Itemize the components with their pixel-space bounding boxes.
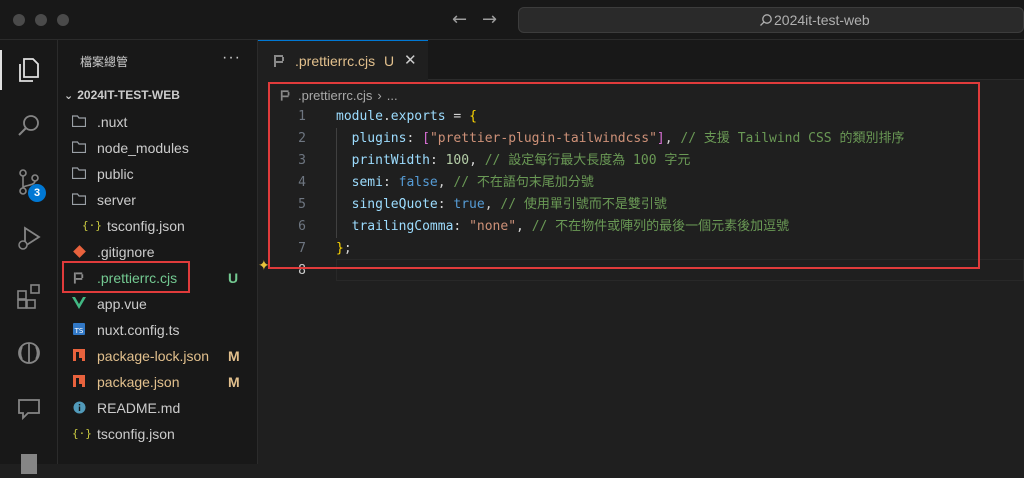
tab-label: .prettierrc.cjs <box>295 53 376 69</box>
tree-item-label: README.md <box>97 400 181 416</box>
tab-status: U <box>384 53 395 69</box>
tab-prettierrc[interactable]: .prettierrc.cjs U ✕ <box>258 40 428 80</box>
forward-arrow-icon[interactable]: → <box>482 10 497 30</box>
explorer-icon[interactable] <box>15 56 43 84</box>
tree-item[interactable]: app.vue <box>58 291 257 317</box>
tree-item[interactable]: {·} tsconfig.json <box>58 213 257 239</box>
tree-item-label: .nuxt <box>97 114 128 130</box>
npm-icon <box>72 349 86 363</box>
git-status-badge: M <box>228 348 240 364</box>
tree-item-label: app.vue <box>97 296 147 312</box>
activity-bar: 3 <box>0 40 58 474</box>
tree-item[interactable]: README.md <box>58 395 257 421</box>
tree-item-label: nuxt.config.ts <box>97 322 180 338</box>
git-status-badge: M <box>228 374 240 390</box>
search-icon[interactable] <box>15 112 43 140</box>
tree-item[interactable]: .nuxt <box>58 109 257 135</box>
npm-icon <box>72 375 86 389</box>
tree-item-label: .gitignore <box>97 244 155 260</box>
extensions-icon[interactable] <box>15 282 43 310</box>
source-control-badge: 3 <box>28 184 46 202</box>
tab-bar: .prettierrc.cjs U ✕ <box>258 40 1024 80</box>
tree-item[interactable]: package-lock.json M <box>58 343 257 369</box>
tree-item-label: tsconfig.json <box>97 426 175 442</box>
ts-icon: TS <box>72 323 86 337</box>
active-indicator <box>0 50 2 90</box>
folder-icon <box>71 115 87 129</box>
run-debug-icon[interactable] <box>15 224 43 252</box>
tree-item[interactable]: server <box>58 187 257 213</box>
git-icon <box>72 245 86 259</box>
folder-open-icon <box>71 193 87 207</box>
json-icon: {·} <box>72 427 92 440</box>
tree-item[interactable]: public <box>58 161 257 187</box>
chevron-down-icon: ⌄ <box>64 89 74 102</box>
tree-item[interactable]: node_modules <box>58 135 257 161</box>
json-icon: {·} <box>82 219 102 232</box>
tree-item-label: package-lock.json <box>97 348 210 364</box>
chat-icon[interactable] <box>15 395 43 423</box>
tree-item-label: node_modules <box>97 140 189 156</box>
command-center-search[interactable]: 2024it-test-web <box>518 7 1024 33</box>
tree-item[interactable]: package.json M <box>58 369 257 395</box>
explorer-title: 檔案總管 <box>80 55 129 69</box>
info-icon <box>72 401 86 415</box>
more-actions-icon[interactable]: ··· <box>222 49 241 67</box>
explorer-sidebar: 檔案總管 ··· ⌄ 2024IT-TEST-WEB .nuxt node_modu… <box>58 40 258 464</box>
highlight-box-code <box>268 82 980 269</box>
project-name: 2024IT-TEST-WEB <box>77 88 180 102</box>
tree-item-label: tsconfig.json <box>107 218 185 234</box>
remote-explorer-icon[interactable] <box>15 339 43 367</box>
window-title: 2024it-test-web <box>774 12 870 28</box>
folder-icon <box>71 141 87 155</box>
tree-item[interactable]: TS nuxt.config.ts <box>58 317 257 343</box>
search-icon <box>760 14 772 26</box>
minimize-window-button[interactable] <box>35 14 47 26</box>
tree-item-label: public <box>97 166 134 182</box>
project-folder-header[interactable]: ⌄ 2024IT-TEST-WEB <box>64 88 180 102</box>
highlight-box-file <box>62 261 190 293</box>
prettier-ext-icon[interactable] <box>15 450 43 478</box>
title-bar: ← → 2024it-test-web <box>0 0 1024 40</box>
git-status-badge: U <box>228 270 239 286</box>
svg-text:TS: TS <box>74 327 84 335</box>
close-icon[interactable]: ✕ <box>404 51 417 69</box>
folder-icon <box>71 167 87 181</box>
vue-icon <box>72 297 86 311</box>
tree-item[interactable]: {·} tsconfig.json <box>58 421 257 447</box>
tree-item-label: package.json <box>97 374 180 390</box>
tree-item-label: server <box>97 192 136 208</box>
prettier-icon <box>274 55 284 67</box>
back-arrow-icon[interactable]: ← <box>452 10 467 30</box>
close-window-button[interactable] <box>13 14 25 26</box>
zoom-window-button[interactable] <box>57 14 69 26</box>
